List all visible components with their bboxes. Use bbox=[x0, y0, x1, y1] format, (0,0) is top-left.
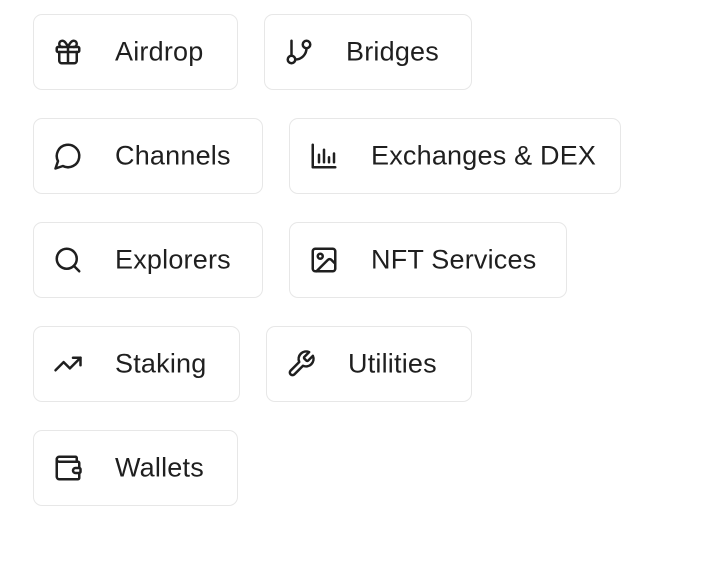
search-icon bbox=[53, 245, 83, 275]
category-wallets[interactable]: Wallets bbox=[33, 430, 238, 506]
wallet-icon bbox=[53, 453, 83, 483]
category-channels[interactable]: Channels bbox=[33, 118, 263, 194]
category-airdrop[interactable]: Airdrop bbox=[33, 14, 238, 90]
image-icon bbox=[309, 245, 339, 275]
category-bridges[interactable]: Bridges bbox=[264, 14, 472, 90]
category-label: Staking bbox=[115, 348, 207, 379]
bar-chart-icon bbox=[309, 141, 339, 171]
message-circle-icon bbox=[53, 141, 83, 171]
category-label: Explorers bbox=[115, 244, 231, 275]
wrench-icon bbox=[286, 349, 316, 379]
trending-up-icon bbox=[53, 349, 83, 379]
category-label: Bridges bbox=[346, 36, 439, 67]
category-label: Exchanges & DEX bbox=[371, 140, 597, 171]
git-branch-icon bbox=[284, 37, 314, 67]
category-label: Channels bbox=[115, 140, 231, 171]
category-label: Utilities bbox=[348, 348, 437, 379]
category-label: Airdrop bbox=[115, 36, 204, 67]
category-explorers[interactable]: Explorers bbox=[33, 222, 263, 298]
category-utilities[interactable]: Utilities bbox=[266, 326, 472, 402]
category-staking[interactable]: Staking bbox=[33, 326, 240, 402]
category-nft-services[interactable]: NFT Services bbox=[289, 222, 567, 298]
gift-icon bbox=[53, 37, 83, 67]
category-exchanges-dex[interactable]: Exchanges & DEX bbox=[289, 118, 621, 194]
category-label: NFT Services bbox=[371, 244, 537, 275]
category-label: Wallets bbox=[115, 452, 204, 483]
